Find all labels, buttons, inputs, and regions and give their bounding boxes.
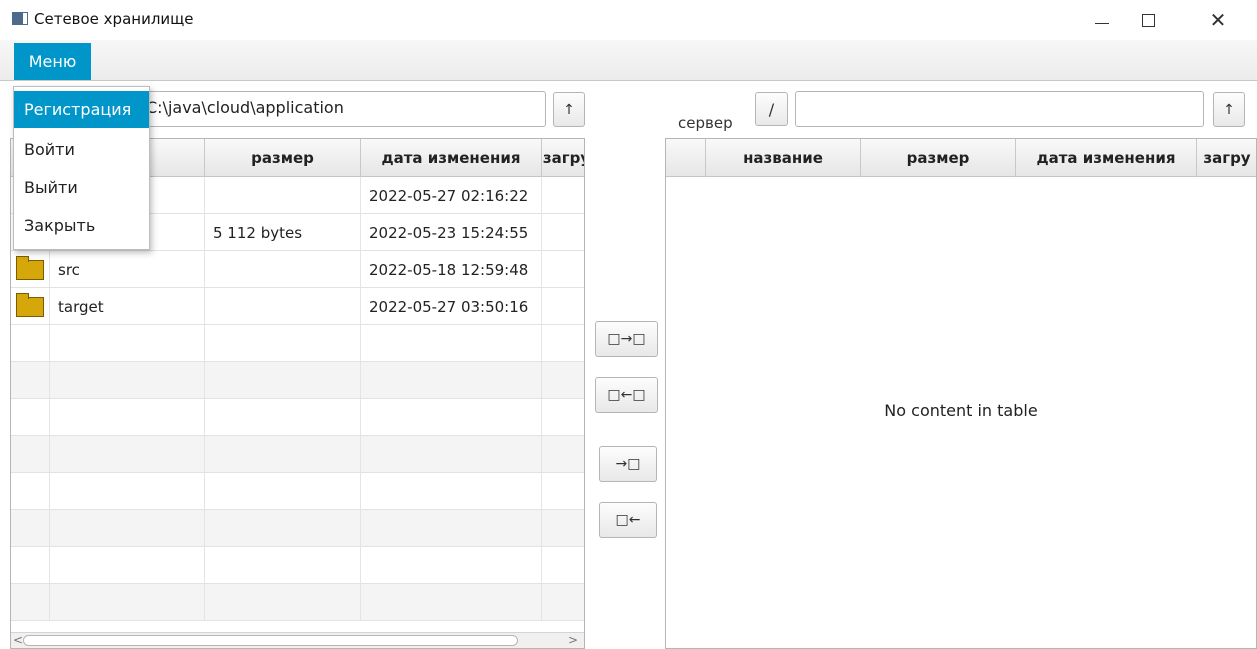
menu-item-close[interactable]: Закрыть (14, 207, 149, 244)
row-date-cell: 2022-05-27 03:50:16 (361, 288, 542, 325)
row-date-cell: 2022-05-27 02:16:22 (361, 177, 542, 214)
empty-row (11, 362, 584, 399)
server-path-input[interactable] (795, 91, 1204, 127)
row-size-cell: 5 112 bytes (205, 214, 361, 251)
column-header-size[interactable]: размер (861, 139, 1016, 177)
local-up-button[interactable]: ↑ (553, 92, 585, 127)
move-right-button[interactable]: →□ (599, 446, 657, 482)
menu-dropdown: Регистрация Войти Выйти Закрыть (13, 86, 150, 250)
move-left-button[interactable]: □← (599, 502, 657, 538)
scroll-left-icon[interactable]: < (13, 633, 23, 647)
scroll-right-icon[interactable]: > (568, 633, 578, 647)
row-name-cell: target (50, 288, 205, 325)
column-header-upload[interactable]: загру (542, 139, 584, 177)
column-header-date[interactable]: дата изменения (361, 139, 542, 177)
empty-row (11, 510, 584, 547)
column-header-size[interactable]: размер (205, 139, 361, 177)
column-header-upload[interactable]: загру (1197, 139, 1256, 177)
menu-bar: Меню (0, 40, 1257, 81)
row-upload-cell (542, 288, 584, 325)
row-size-cell (205, 288, 361, 325)
scrollbar-thumb[interactable] (23, 635, 518, 646)
maximize-icon (1141, 13, 1155, 27)
icon-column-header[interactable] (666, 139, 706, 177)
row-upload-cell (542, 214, 584, 251)
row-icon-cell (11, 251, 50, 288)
folder-icon (16, 256, 44, 280)
row-date-cell: 2022-05-23 15:24:55 (361, 214, 542, 251)
empty-row (11, 436, 584, 473)
row-size-cell (205, 251, 361, 288)
local-path-input[interactable]: C:\java\cloud\application (137, 91, 546, 127)
empty-row (11, 584, 584, 621)
empty-row (11, 399, 584, 436)
upload-button[interactable]: □→□ (595, 321, 658, 357)
empty-row (11, 473, 584, 510)
empty-table-message: No content in table (884, 401, 1038, 420)
empty-row (11, 325, 584, 362)
menu-item-register[interactable]: Регистрация (14, 91, 149, 128)
maximize-button[interactable] (1125, 0, 1171, 40)
menu-button[interactable]: Меню (14, 43, 91, 80)
folder-icon (16, 293, 44, 317)
slash-label: / (768, 99, 775, 119)
minimize-button[interactable] (1079, 0, 1125, 40)
row-name-cell: src (50, 251, 205, 288)
menu-item-logout[interactable]: Выйти (14, 169, 149, 206)
window-title: Сетевое хранилище (34, 10, 194, 28)
server-root-button[interactable]: / (755, 92, 788, 126)
empty-row (11, 547, 584, 584)
close-icon: ✕ (1209, 8, 1227, 32)
row-date-cell: 2022-05-18 12:59:48 (361, 251, 542, 288)
server-file-table[interactable]: название размер дата изменения загру No … (665, 138, 1257, 649)
download-button[interactable]: □←□ (595, 377, 658, 413)
menu-item-login[interactable]: Войти (14, 131, 149, 168)
close-window-button[interactable]: ✕ (1195, 0, 1241, 40)
table-row[interactable]: src 2022-05-18 12:59:48 (11, 251, 584, 288)
arrow-up-icon: ↑ (563, 101, 575, 118)
row-size-cell (205, 177, 361, 214)
table-row[interactable]: target 2022-05-27 03:50:16 (11, 288, 584, 325)
horizontal-scrollbar[interactable]: < > (11, 632, 584, 648)
row-upload-cell (542, 177, 584, 214)
row-icon-cell (11, 288, 50, 325)
server-up-button[interactable]: ↑ (1213, 92, 1245, 127)
minimize-icon (1095, 22, 1109, 24)
column-header-date[interactable]: дата изменения (1016, 139, 1197, 177)
column-header-name[interactable]: название (706, 139, 861, 177)
arrow-up-icon: ↑ (1223, 101, 1235, 118)
server-table-header: название размер дата изменения загру (666, 139, 1256, 177)
server-label: сервер (678, 114, 733, 132)
row-upload-cell (542, 251, 584, 288)
app-icon (12, 12, 28, 25)
title-bar: Сетевое хранилище ✕ (0, 0, 1257, 40)
